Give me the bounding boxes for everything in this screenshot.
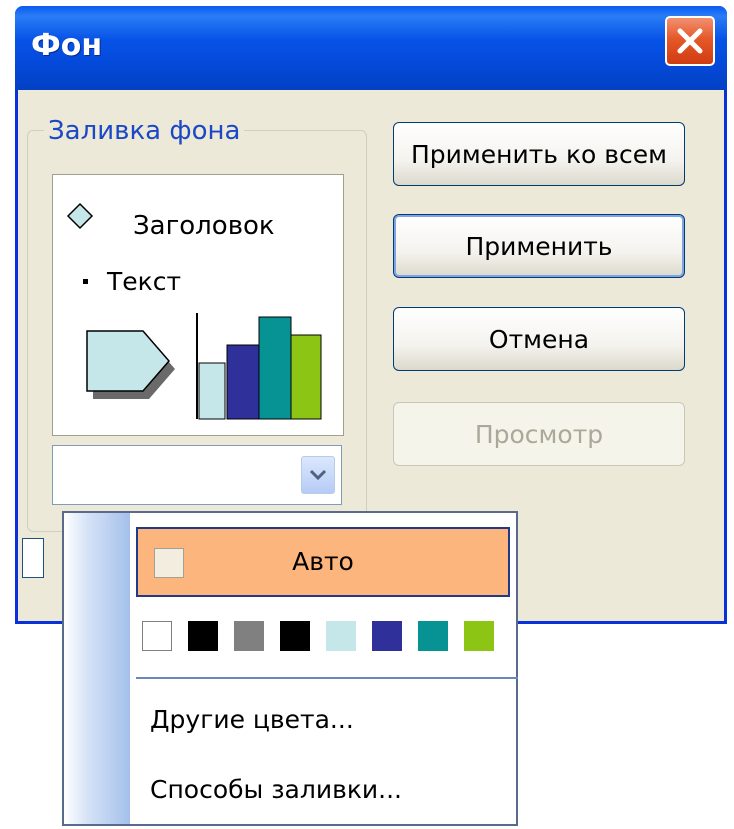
apply-to-all-label: Применить ко всем (410, 139, 668, 169)
fill-color-dropdown[interactable] (52, 445, 342, 505)
cancel-label: Отмена (488, 324, 590, 354)
slide-preview: Заголовок Текст (52, 174, 344, 436)
diamond-bullet-icon (66, 202, 94, 230)
preview-button: Просмотр (393, 402, 685, 466)
omit-background-checkbox[interactable] (22, 538, 44, 578)
preview-heading: Заголовок (133, 211, 275, 241)
dropdown-arrow-button[interactable] (301, 456, 335, 494)
color-swatch-row (142, 621, 494, 651)
color-swatch-1[interactable] (142, 621, 172, 651)
preview-bullet (83, 279, 88, 284)
cancel-button[interactable]: Отмена (393, 307, 685, 371)
apply-label: Применить (465, 231, 613, 261)
pentagon-shape (86, 330, 175, 399)
auto-label: Авто (292, 547, 354, 576)
color-swatch-5[interactable] (326, 621, 356, 651)
menu-separator (136, 677, 518, 679)
apply-to-all-button[interactable]: Применить ко всем (393, 122, 685, 186)
more-colors-item[interactable]: Другие цвета... (150, 705, 354, 734)
color-swatch-4[interactable] (280, 621, 310, 651)
chevron-down-icon (309, 469, 327, 481)
color-swatch-8[interactable] (464, 621, 494, 651)
color-swatch-7[interactable] (418, 621, 448, 651)
bar-chart-icon (196, 313, 322, 420)
dialog-title: Фон (31, 28, 103, 63)
menu-gutter (64, 513, 130, 824)
preview-text: Текст (107, 267, 182, 296)
fill-color-popup: Авто Другие цвета... Способы заливки... (62, 511, 518, 826)
color-swatch-3[interactable] (234, 621, 264, 651)
close-button[interactable] (665, 16, 715, 66)
group-label: Заливка фона (44, 116, 245, 146)
preview-label: Просмотр (474, 419, 604, 449)
apply-button[interactable]: Применить (393, 214, 685, 278)
auto-color-item[interactable]: Авто (136, 527, 510, 597)
fill-effects-item[interactable]: Способы заливки... (150, 775, 402, 804)
color-swatch-6[interactable] (372, 621, 402, 651)
close-icon (677, 28, 703, 54)
title-bar[interactable]: Фон (15, 6, 727, 90)
color-swatch-2[interactable] (188, 621, 218, 651)
